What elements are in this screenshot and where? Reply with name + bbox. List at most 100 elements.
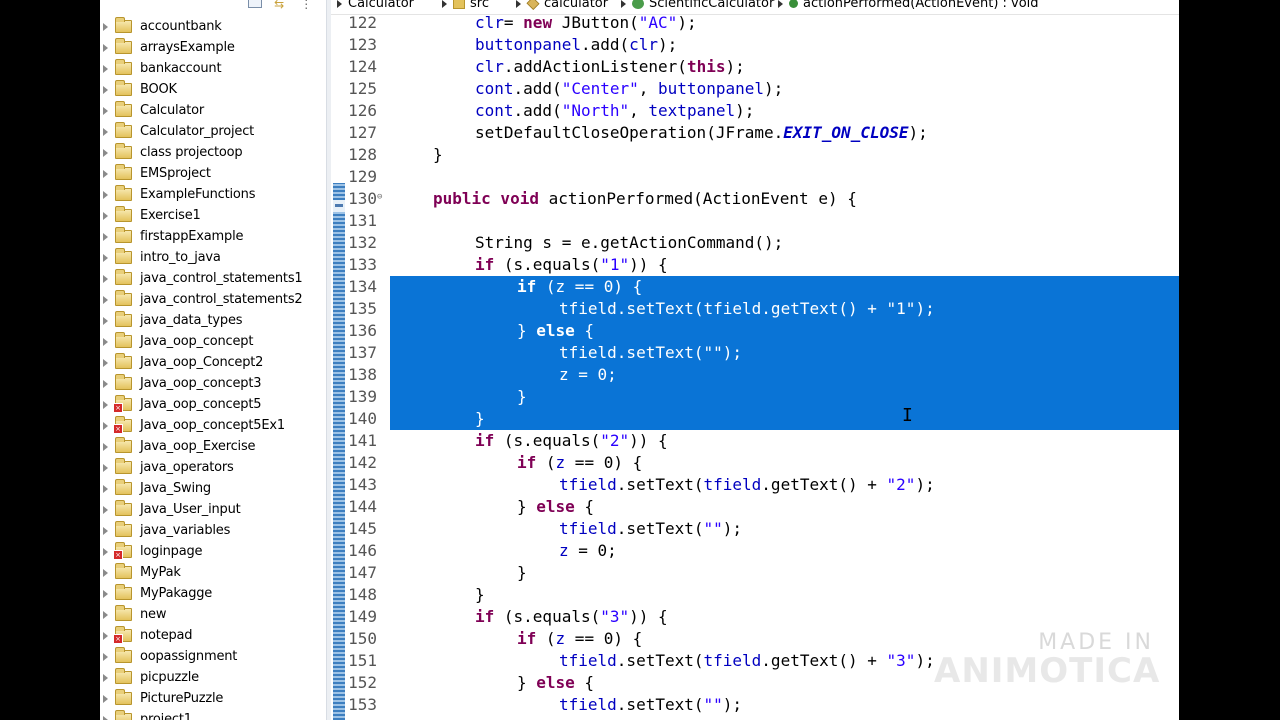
expand-arrow-icon[interactable] <box>103 211 108 220</box>
code-line[interactable]: 146 z = 0; <box>331 540 1179 562</box>
code-line[interactable]: 153 tfield.setText(""); <box>331 694 1179 716</box>
collapse-all-icon[interactable] <box>248 0 262 8</box>
code-line[interactable]: 135 tfield.setText(tfield.getText() + "1"… <box>331 298 1179 320</box>
expand-arrow-icon[interactable] <box>103 190 108 199</box>
project-item[interactable]: EMSproject <box>100 163 326 184</box>
code-line[interactable]: 124 clr.addActionListener(this); <box>331 56 1179 78</box>
project-item[interactable]: Java_oop_concept3 <box>100 373 326 394</box>
code-line[interactable]: 142 if (z == 0) { <box>331 452 1179 474</box>
project-item[interactable]: java_control_statements2 <box>100 289 326 310</box>
project-item[interactable]: Java_oop_Exercise <box>100 436 326 457</box>
link-with-editor-icon[interactable]: ⇆ <box>274 0 288 11</box>
breadcrumb-method[interactable]: actionPerformed(ActionEvent) : void <box>778 0 1039 11</box>
project-item[interactable]: arraysExample <box>100 37 326 58</box>
project-item[interactable]: Java_oop_Concept2 <box>100 352 326 373</box>
project-item[interactable]: new <box>100 604 326 625</box>
project-item[interactable]: ExampleFunctions <box>100 184 326 205</box>
project-item[interactable]: oopassignment <box>100 646 326 667</box>
code-line[interactable]: 147} <box>331 562 1179 584</box>
expand-arrow-icon[interactable] <box>103 106 108 115</box>
code-line[interactable]: 137 tfield.setText(""); <box>331 342 1179 364</box>
project-item[interactable]: firstappExample <box>100 226 326 247</box>
expand-arrow-icon[interactable] <box>103 22 108 31</box>
project-item[interactable]: intro_to_java <box>100 247 326 268</box>
expand-arrow-icon[interactable] <box>103 148 108 157</box>
code-line[interactable]: 129 <box>331 166 1179 188</box>
expand-arrow-icon[interactable] <box>103 526 108 535</box>
project-item[interactable]: × Java_oop_concept5 <box>100 394 326 415</box>
project-item[interactable]: java_data_types <box>100 310 326 331</box>
project-item[interactable]: bankaccount <box>100 58 326 79</box>
code-line[interactable]: 130 ⊖ public void actionPerformed(ActionEv… <box>331 188 1179 210</box>
breadcrumb-project[interactable]: Calculator <box>337 0 414 11</box>
code-line[interactable]: 143 tfield.setText(tfield.getText() + "2"… <box>331 474 1179 496</box>
code-line[interactable]: 131 <box>331 210 1179 232</box>
project-item[interactable]: accountbank <box>100 16 326 37</box>
project-item[interactable]: Java_User_input <box>100 499 326 520</box>
expand-arrow-icon[interactable] <box>103 64 108 73</box>
expand-arrow-icon[interactable] <box>103 421 108 430</box>
expand-arrow-icon[interactable] <box>103 694 108 703</box>
expand-arrow-icon[interactable] <box>103 610 108 619</box>
expand-arrow-icon[interactable] <box>103 358 108 367</box>
expand-arrow-icon[interactable] <box>103 673 108 682</box>
project-item[interactable]: picpuzzle <box>100 667 326 688</box>
code-line[interactable]: 144} else { <box>331 496 1179 518</box>
expand-arrow-icon[interactable] <box>103 85 108 94</box>
expand-arrow-icon[interactable] <box>103 652 108 661</box>
project-item[interactable]: × notepad <box>100 625 326 646</box>
expand-arrow-icon[interactable] <box>103 295 108 304</box>
project-item[interactable]: Exercise1 <box>100 205 326 226</box>
breadcrumb-package[interactable]: calculator <box>516 0 608 11</box>
expand-arrow-icon[interactable] <box>103 715 108 720</box>
expand-arrow-icon[interactable] <box>103 43 108 52</box>
code-line[interactable]: 123 buttonpanel.add(clr); <box>331 34 1179 56</box>
expand-arrow-icon[interactable] <box>103 127 108 136</box>
project-item[interactable]: × loginpage <box>100 541 326 562</box>
code-line[interactable]: 136} else { <box>331 320 1179 342</box>
code-line[interactable]: 122 clr= new JButton("AC"); <box>331 12 1179 34</box>
code-line[interactable]: 145 tfield.setText(""); <box>331 518 1179 540</box>
code-line[interactable]: 126 cont.add("North", textpanel); <box>331 100 1179 122</box>
code-line[interactable]: 138 z = 0; <box>331 364 1179 386</box>
project-item[interactable]: Java_Swing <box>100 478 326 499</box>
code-line[interactable]: 148} <box>331 584 1179 606</box>
code-line[interactable]: 127 setDefaultCloseOperation(JFrame.EXIT_… <box>331 122 1179 144</box>
code-line[interactable]: 139} <box>331 386 1179 408</box>
project-item[interactable]: BOOK <box>100 79 326 100</box>
code-line[interactable]: 150 if (z == 0) { <box>331 628 1179 650</box>
expand-arrow-icon[interactable] <box>103 631 108 640</box>
expand-arrow-icon[interactable] <box>103 400 108 409</box>
breadcrumb-class[interactable]: ScientificCalculator <box>621 0 774 11</box>
expand-arrow-icon[interactable] <box>103 169 108 178</box>
code-line[interactable]: 152} else { <box>331 672 1179 694</box>
code-area[interactable]: 122 clr= new JButton("AC"); 123 buttonpanel… <box>331 0 1179 720</box>
code-line[interactable]: 128} <box>331 144 1179 166</box>
project-item[interactable]: MyPak <box>100 562 326 583</box>
project-item[interactable]: MyPakagge <box>100 583 326 604</box>
expand-arrow-icon[interactable] <box>103 316 108 325</box>
fold-toggle-icon[interactable]: ⊖ <box>377 188 382 206</box>
project-item[interactable]: Calculator_project <box>100 121 326 142</box>
code-line[interactable]: 141 if (s.equals("2")) { <box>331 430 1179 452</box>
expand-arrow-icon[interactable] <box>103 505 108 514</box>
project-item[interactable]: class projectoop <box>100 142 326 163</box>
code-line[interactable]: 151 tfield.setText(tfield.getText() + "3"… <box>331 650 1179 672</box>
code-line[interactable]: 125 cont.add("Center", buttonpanel); <box>331 78 1179 100</box>
code-line[interactable]: 134 if (z == 0) { <box>331 276 1179 298</box>
expand-arrow-icon[interactable] <box>103 274 108 283</box>
expand-arrow-icon[interactable] <box>103 589 108 598</box>
code-line[interactable]: 133 if (s.equals("1")) { <box>331 254 1179 276</box>
view-menu-icon[interactable]: ⋮ <box>300 0 314 11</box>
code-line[interactable]: 132 String s = e.getActionCommand(); <box>331 232 1179 254</box>
expand-arrow-icon[interactable] <box>103 568 108 577</box>
project-item[interactable]: java_operators <box>100 457 326 478</box>
project-item[interactable]: Calculator <box>100 100 326 121</box>
breadcrumb-folder[interactable]: src <box>442 0 489 11</box>
code-line[interactable]: 149 if (s.equals("3")) { <box>331 606 1179 628</box>
project-item[interactable]: java_control_statements1 <box>100 268 326 289</box>
project-item[interactable]: project1 <box>100 709 326 720</box>
expand-arrow-icon[interactable] <box>103 253 108 262</box>
expand-arrow-icon[interactable] <box>103 484 108 493</box>
expand-arrow-icon[interactable] <box>103 337 108 346</box>
